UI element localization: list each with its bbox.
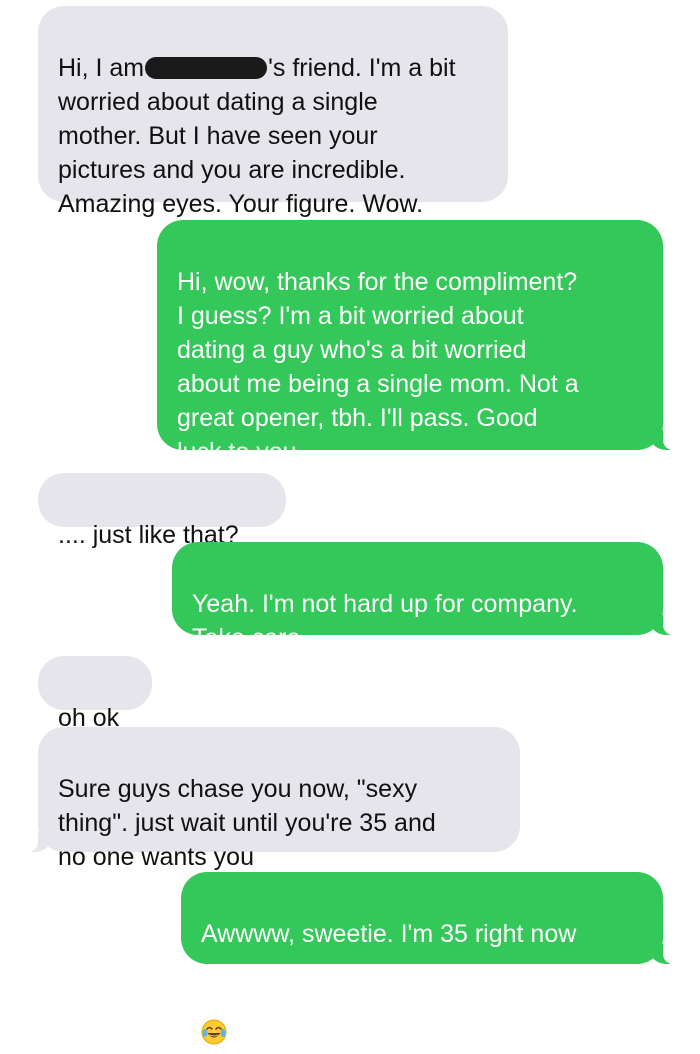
face-with-tears-of-joy-icon [201,985,227,1045]
outgoing-message-bubble[interactable]: Hi, wow, thanks for the compliment? I gu… [157,220,689,466]
redacted-name-block [145,57,268,79]
incoming-message-bubble[interactable]: Hi, I am's friend. I'm a bit worried abo… [38,6,508,218]
message-thread: Hi, I am's friend. I'm a bit worried abo… [0,0,700,1045]
outgoing-message-bubble[interactable]: Awwww, sweetie. I'm 35 right now [181,872,689,1045]
message-text: Awwww, sweetie. I'm 35 right now [201,920,577,948]
message-text: Yeah. I'm not hard up for company. Take … [192,590,578,652]
message-text: Hi, wow, thanks for the compliment? I gu… [177,268,579,466]
incoming-message-bubble[interactable]: Sure guys chase you now, "sexy thing". j… [12,727,520,871]
outgoing-message-bubble[interactable]: Yeah. I'm not hard up for company. Take … [172,542,689,652]
message-text: Sure guys chase you now, "sexy thing". j… [58,775,436,871]
message-text-part: Hi, I am [58,54,145,82]
incoming-message-bubble[interactable]: oh ok [38,656,152,732]
incoming-message-bubble[interactable]: .... just like that? [38,473,286,549]
